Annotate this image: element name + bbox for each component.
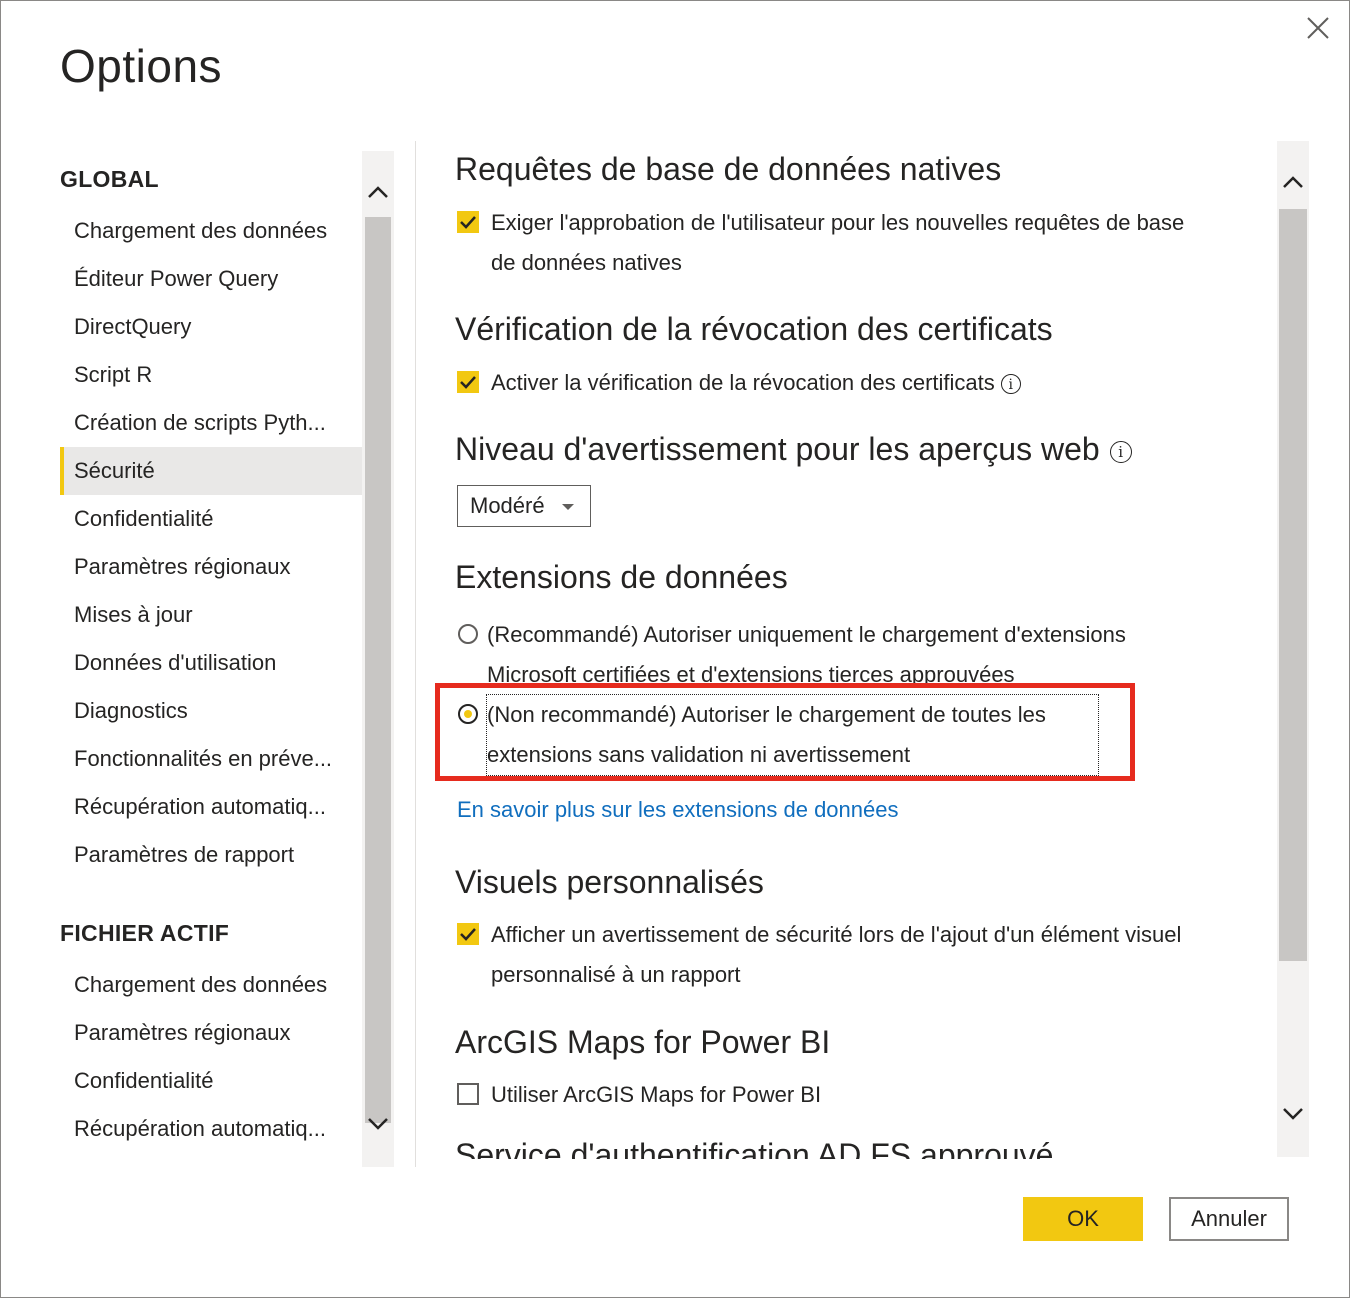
arcgis-label: Utiliser ArcGIS Maps for Power BI	[491, 1082, 822, 1107]
warning-level-dropdown[interactable]: Modéré	[457, 485, 591, 527]
chevron-up-icon[interactable]	[366, 181, 390, 205]
nav-item-autorecovery[interactable]: Récupération automatiq...	[60, 783, 362, 831]
chevron-down-icon[interactable]	[366, 1111, 390, 1135]
nav-item-securite[interactable]: Sécurité	[60, 447, 362, 495]
caret-down-icon	[562, 504, 574, 510]
nav-group-active-file: FICHIER ACTIF	[60, 920, 230, 946]
arcgis-heading: ArcGIS Maps for Power BI	[455, 1024, 831, 1060]
web-preview-heading: Niveau d'avertissement pour les aperçus …	[455, 431, 1132, 468]
radio-unselected-icon[interactable]	[458, 624, 478, 644]
custom-visuals-label: Afficher un avertissement de sécurité lo…	[491, 922, 1182, 987]
nav-item-report-settings[interactable]: Paramètres de rapport	[60, 831, 362, 879]
learn-more-link[interactable]: En savoir plus sur les extensions de don…	[457, 797, 898, 823]
revocation-label: Activer la vérification de la révocation…	[491, 370, 995, 395]
nav-item-directquery[interactable]: DirectQuery	[60, 303, 362, 351]
nav-item-chargement[interactable]: Chargement des données	[60, 207, 362, 255]
chevron-up-icon[interactable]	[1281, 171, 1305, 195]
dropdown-value: Modéré	[470, 493, 545, 518]
nav-item-diagnostics[interactable]: Diagnostics	[60, 687, 362, 735]
info-icon[interactable]: i	[1000, 374, 1021, 395]
nav-scrollbar[interactable]	[362, 151, 394, 1167]
security-settings-panel: Requêtes de base de données natives Exig…	[455, 141, 1267, 1159]
checkbox-checked-icon[interactable]	[457, 211, 479, 233]
custom-visuals-heading: Visuels personnalisés	[455, 864, 764, 900]
nav-item-python[interactable]: Création de scripts Pyth...	[60, 399, 362, 447]
ok-button[interactable]: OK	[1023, 1197, 1143, 1241]
data-extensions-heading: Extensions de données	[455, 559, 788, 595]
checkbox-checked-icon[interactable]	[457, 923, 479, 945]
info-icon[interactable]: i	[1109, 440, 1132, 463]
nav-item-preview-features[interactable]: Fonctionnalités en préve...	[60, 735, 362, 783]
nav-item-mises-a-jour[interactable]: Mises à jour	[60, 591, 362, 639]
nav-item-file-regional[interactable]: Paramètres régionaux	[60, 1009, 362, 1057]
content-scrollbar[interactable]	[1277, 141, 1309, 1157]
nav-item-file-autorecovery[interactable]: Récupération automatiq...	[60, 1105, 362, 1153]
options-dialog: Options GLOBAL Chargement des données Éd…	[0, 0, 1350, 1298]
nav-item-power-query[interactable]: Éditeur Power Query	[60, 255, 362, 303]
divider	[415, 141, 416, 1167]
chevron-down-icon[interactable]	[1281, 1101, 1305, 1125]
native-queries-heading: Requêtes de base de données natives	[455, 151, 1002, 187]
checkbox-unchecked-icon[interactable]	[457, 1083, 479, 1105]
options-nav: GLOBAL Chargement des données Éditeur Po…	[60, 151, 362, 1167]
nav-item-script-r[interactable]: Script R	[60, 351, 362, 399]
nav-scrollbar-thumb[interactable]	[365, 217, 391, 1123]
nav-item-file-confidentialite[interactable]: Confidentialité	[60, 1057, 362, 1105]
checkbox-checked-icon[interactable]	[457, 371, 479, 393]
nav-item-confidentialite[interactable]: Confidentialité	[60, 495, 362, 543]
nav-item-usage-data[interactable]: Données d'utilisation	[60, 639, 362, 687]
dialog-title: Options	[60, 40, 223, 92]
nav-item-file-chargement[interactable]: Chargement des données	[60, 961, 362, 1009]
revocation-heading: Vérification de la révocation des certif…	[455, 311, 1053, 347]
close-icon[interactable]	[1303, 13, 1333, 43]
adfs-heading: Service d'authentification AD FS approuv…	[455, 1137, 1054, 1159]
content-scrollbar-thumb[interactable]	[1279, 209, 1307, 961]
cancel-button[interactable]: Annuler	[1169, 1197, 1289, 1241]
highlight-box	[435, 683, 1135, 781]
native-queries-label: Exiger l'approbation de l'utilisateur po…	[491, 210, 1185, 275]
nav-group-global: GLOBAL	[60, 166, 159, 192]
nav-item-regional[interactable]: Paramètres régionaux	[60, 543, 362, 591]
